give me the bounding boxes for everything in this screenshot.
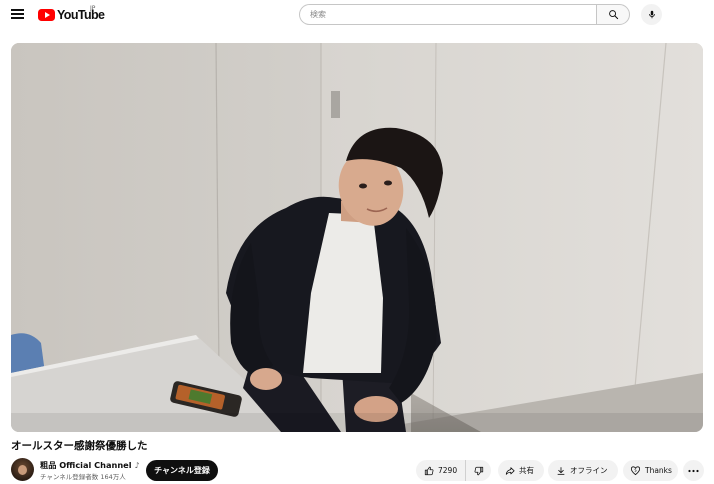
youtube-logo-icon [38,9,55,21]
video-player[interactable] [11,43,703,432]
music-note-icon: ♪ [134,460,140,470]
logo-text: YouTube [57,8,105,22]
subscribe-button[interactable]: チャンネル登録 [146,460,218,481]
thumbs-down-icon [474,466,483,475]
channel-avatar[interactable] [11,458,34,481]
search-input[interactable] [299,4,596,25]
channel-name: 粗品 Official Channel [40,460,132,470]
offline-download-button[interactable]: オフライン [548,460,618,481]
dislike-button[interactable] [466,460,491,481]
masthead: YouTube JP [0,0,714,30]
svg-text:$: $ [634,468,637,473]
offline-label: オフライン [570,466,608,475]
like-button[interactable]: 7290 [416,460,466,481]
search-button[interactable] [596,4,630,25]
thumbs-up-icon [424,466,434,475]
video-title: オールスター感謝祭優勝した [11,440,148,452]
download-icon [557,466,565,475]
subscriber-count: チャンネル登録者数 164万人 [40,473,126,481]
more-horizontal-icon [688,469,699,472]
like-count: 7290 [438,466,458,475]
thanks-label: Thanks [645,466,672,475]
like-dislike-group: 7290 [416,460,491,481]
thanks-button[interactable]: $ Thanks [623,460,678,481]
more-actions-button[interactable] [683,460,704,481]
share-button[interactable]: 共有 [498,460,544,481]
super-thanks-icon: $ [630,466,641,476]
voice-search-button[interactable] [641,4,662,25]
mic-icon [648,10,655,19]
menu-icon[interactable] [11,8,25,20]
channel-name-link[interactable]: 粗品 Official Channel ♪ [40,459,140,471]
share-label: 共有 [519,466,534,475]
video-frame [11,43,703,432]
region-code: JP [90,5,96,12]
search-box [299,4,630,25]
share-icon [505,466,515,475]
search-icon [608,10,618,20]
youtube-logo[interactable]: YouTube JP [38,5,105,24]
